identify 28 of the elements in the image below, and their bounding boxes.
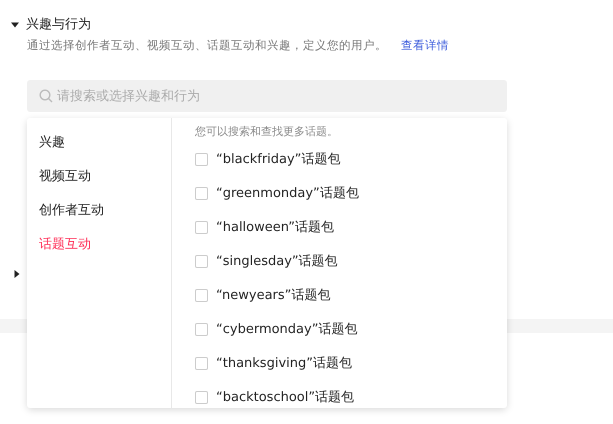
category-item[interactable]: 兴趣 — [27, 126, 171, 160]
checkbox[interactable] — [195, 289, 208, 302]
option-label[interactable]: “newyears”话题包 — [216, 286, 330, 306]
details-link[interactable]: 查看详情 — [401, 37, 449, 55]
option-label[interactable]: “thanksgiving”话题包 — [216, 354, 352, 374]
option-label[interactable]: “halloween”话题包 — [216, 218, 334, 238]
option-label[interactable]: “singlesday”话题包 — [216, 252, 338, 272]
search-field[interactable]: 请搜索或选择兴趣和行为 — [27, 80, 507, 112]
checkbox[interactable] — [195, 153, 208, 166]
option-label[interactable]: “cybermonday”话题包 — [216, 320, 358, 340]
checkbox[interactable] — [195, 391, 208, 404]
category-item[interactable]: 话题互动 — [27, 228, 171, 262]
caret-right-icon[interactable] — [13, 270, 21, 278]
option-label[interactable]: “backtoschool”话题包 — [216, 388, 354, 408]
caret-down-icon[interactable] — [11, 21, 19, 29]
checkbox[interactable] — [195, 187, 208, 200]
hint-text: 您可以搜索和查找更多话题。 — [195, 124, 339, 140]
option-label[interactable]: “greenmonday”话题包 — [216, 184, 359, 204]
section-description: 通过选择创作者互动、视频互动、话题互动和兴趣，定义您的用户。 — [27, 37, 387, 54]
search-icon — [39, 89, 53, 103]
checkbox[interactable] — [195, 357, 208, 370]
category-item[interactable]: 创作者互动 — [27, 194, 171, 228]
option-label[interactable]: “blackfriday”话题包 — [216, 150, 340, 170]
checkbox[interactable] — [195, 255, 208, 268]
checkbox[interactable] — [195, 221, 208, 234]
checkbox[interactable] — [195, 323, 208, 336]
section-title: 兴趣与行为 — [26, 16, 91, 34]
category-item[interactable]: 视频互动 — [27, 160, 171, 194]
